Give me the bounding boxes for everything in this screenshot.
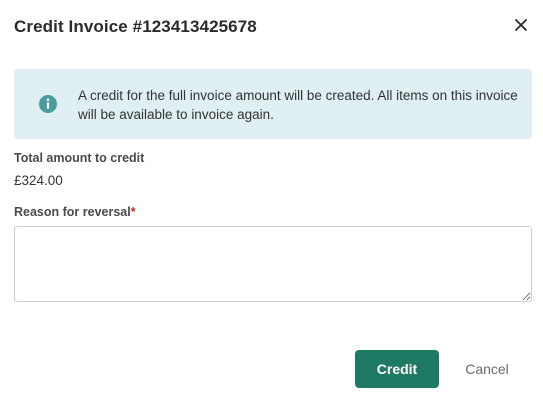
reason-label: Reason for reversal*	[14, 205, 136, 219]
cancel-button[interactable]: Cancel	[452, 350, 522, 388]
reason-textarea[interactable]	[14, 226, 532, 302]
required-mark: *	[130, 205, 136, 219]
credit-invoice-dialog: Credit Invoice #123413425678 A credit fo…	[0, 0, 543, 402]
info-banner: A credit for the full invoice amount wil…	[14, 69, 532, 139]
close-button[interactable]	[511, 15, 531, 35]
info-message: A credit for the full invoice amount wil…	[78, 88, 518, 122]
reason-label-text: Reason for reversal	[14, 205, 131, 219]
total-amount-value: £324.00	[14, 173, 63, 188]
info-icon	[39, 95, 57, 113]
close-icon	[515, 19, 527, 31]
credit-button[interactable]: Credit	[355, 350, 439, 388]
dialog-title: Credit Invoice #123413425678	[14, 17, 257, 36]
total-amount-label: Total amount to credit	[14, 151, 145, 165]
